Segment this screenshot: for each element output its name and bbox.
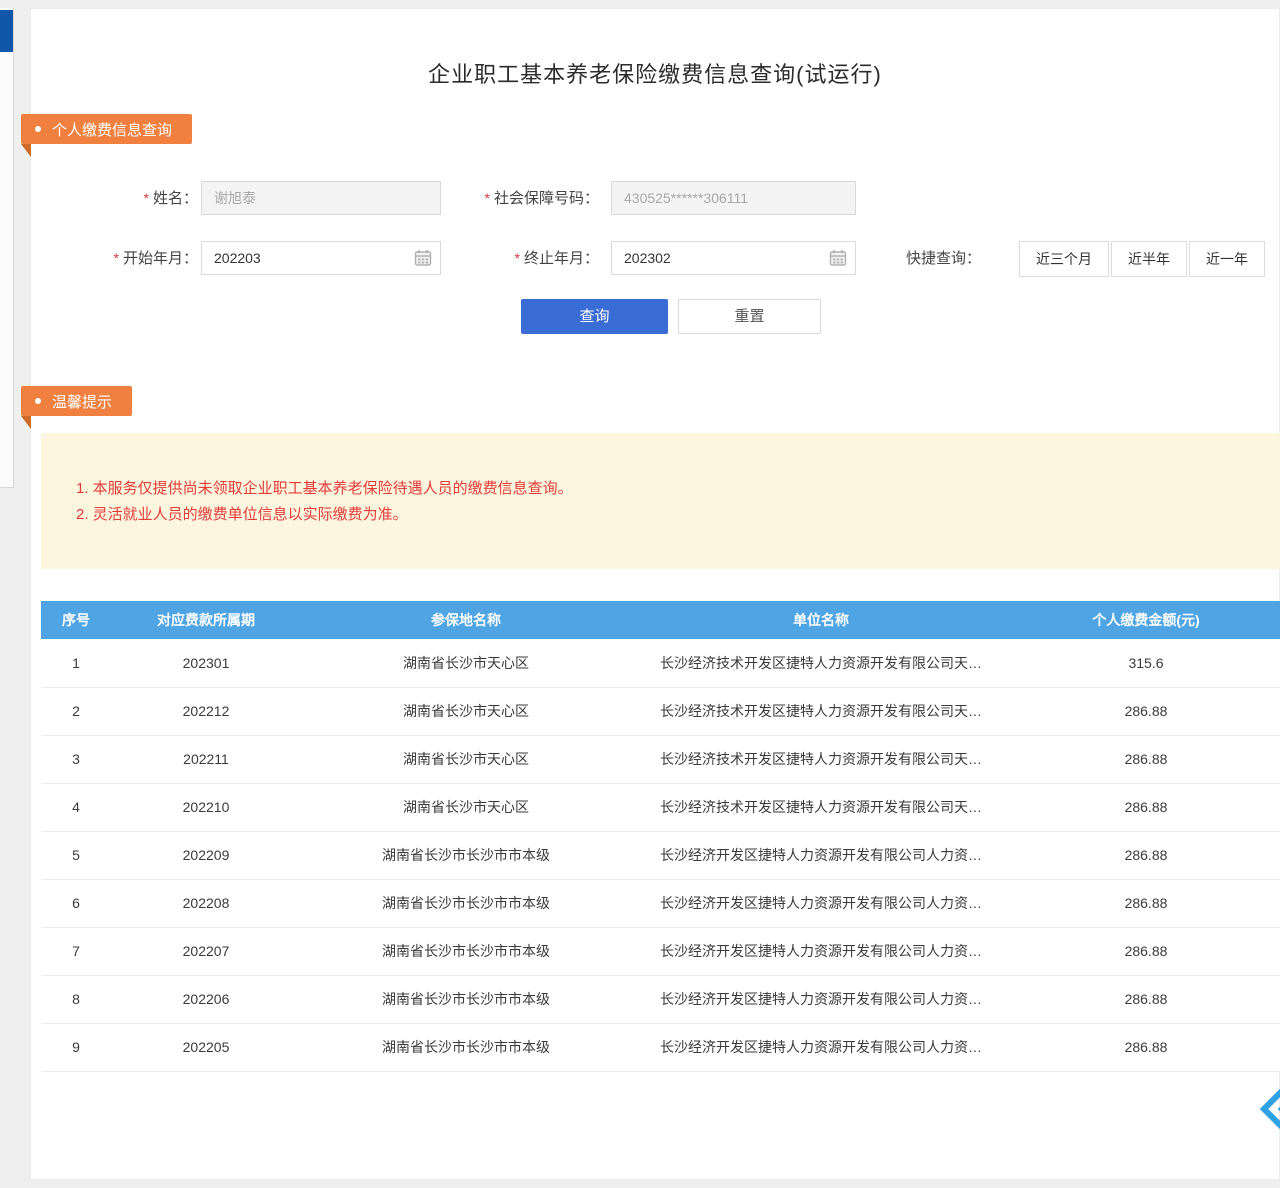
quick-btn-last-year[interactable]: 近一年: [1189, 241, 1265, 277]
cell-amount: 286.88: [1011, 783, 1280, 831]
table-row: 9202205湖南省长沙市长沙市市本级长沙经济开发区捷特人力资源开发有限公司人力…: [41, 1023, 1280, 1071]
cell-area: 湖南省长沙市天心区: [301, 783, 631, 831]
cell-company: 长沙经济开发区捷特人力资源开发有限公司人力资…: [631, 927, 1011, 975]
cell-period: 202210: [111, 783, 301, 831]
left-sidebar-strip: [0, 8, 14, 488]
cell-period: 202211: [111, 735, 301, 783]
cell-period: 202205: [111, 1023, 301, 1071]
cell-seq: 4: [41, 783, 111, 831]
cell-area: 湖南省长沙市天心区: [301, 735, 631, 783]
query-button[interactable]: 查询: [521, 299, 668, 334]
cell-amount: 286.88: [1011, 975, 1280, 1023]
cell-seq: 6: [41, 879, 111, 927]
start-date-input[interactable]: [201, 241, 441, 275]
cell-period: 202209: [111, 831, 301, 879]
page-root: 企业职工基本养老保险缴费信息查询(试运行) 个人缴费信息查询 *姓名： *社会保…: [0, 0, 1280, 1188]
end-date-label: *终止年月：: [451, 241, 599, 275]
cell-seq: 8: [41, 975, 111, 1023]
header-amount: 个人缴费金额(元): [1011, 601, 1280, 639]
required-asterisk: *: [485, 190, 490, 206]
table-row: 3202211湖南省长沙市天心区长沙经济技术开发区捷特人力资源开发有限公司天…2…: [41, 735, 1280, 783]
table-row: 2202212湖南省长沙市天心区长沙经济技术开发区捷特人力资源开发有限公司天…2…: [41, 687, 1280, 735]
cell-company: 长沙经济技术开发区捷特人力资源开发有限公司天…: [631, 687, 1011, 735]
bullet-dot-icon: [35, 398, 41, 404]
notice-box: 1. 本服务仅提供尚未领取企业职工基本养老保险待遇人员的缴费信息查询。 2. 灵…: [41, 433, 1280, 569]
page-title: 企业职工基本养老保险缴费信息查询(试运行): [31, 57, 1279, 89]
cell-period: 202208: [111, 879, 301, 927]
quick-btn-last-half-year[interactable]: 近半年: [1111, 241, 1187, 277]
header-period: 对应费款所属期: [111, 601, 301, 639]
cell-company: 长沙经济开发区捷特人力资源开发有限公司人力资…: [631, 1023, 1011, 1071]
cell-period: 202206: [111, 975, 301, 1023]
calendar-icon[interactable]: [829, 249, 847, 267]
name-input: [201, 181, 441, 215]
cell-company: 长沙经济技术开发区捷特人力资源开发有限公司天…: [631, 783, 1011, 831]
ssn-label: *社会保障号码：: [451, 181, 599, 215]
cell-period: 202212: [111, 687, 301, 735]
cell-amount: 286.88: [1011, 1023, 1280, 1071]
reset-button[interactable]: 重置: [678, 299, 821, 334]
header-area: 参保地名称: [301, 601, 631, 639]
cell-amount: 286.88: [1011, 927, 1280, 975]
cell-area: 湖南省长沙市长沙市市本级: [301, 975, 631, 1023]
results-table: 序号 对应费款所属期 参保地名称 单位名称 个人缴费金额(元) 1202301湖…: [41, 601, 1280, 1072]
cell-company: 长沙经济技术开发区捷特人力资源开发有限公司天…: [631, 639, 1011, 687]
cell-seq: 1: [41, 639, 111, 687]
collapse-double-chevron-icon[interactable]: [1259, 1086, 1280, 1132]
cell-amount: 286.88: [1011, 687, 1280, 735]
header-company: 单位名称: [631, 601, 1011, 639]
table-row: 8202206湖南省长沙市长沙市市本级长沙经济开发区捷特人力资源开发有限公司人力…: [41, 975, 1280, 1023]
table-body: 1202301湖南省长沙市天心区长沙经济技术开发区捷特人力资源开发有限公司天…3…: [41, 639, 1280, 1071]
cell-area: 湖南省长沙市天心区: [301, 687, 631, 735]
cell-area: 湖南省长沙市长沙市市本级: [301, 831, 631, 879]
cell-amount: 315.6: [1011, 639, 1280, 687]
start-date-label: *开始年月：: [86, 241, 198, 275]
required-asterisk: *: [144, 190, 149, 206]
cell-amount: 286.88: [1011, 735, 1280, 783]
cell-company: 长沙经济开发区捷特人力资源开发有限公司人力资…: [631, 879, 1011, 927]
cell-seq: 2: [41, 687, 111, 735]
bullet-dot-icon: [35, 126, 41, 132]
section-badge-query: 个人缴费信息查询: [21, 114, 192, 144]
calendar-icon[interactable]: [414, 249, 432, 267]
quick-query-label: 快捷查询：: [906, 241, 981, 277]
notice-line-1: 1. 本服务仅提供尚未领取企业职工基本养老保险待遇人员的缴费信息查询。: [76, 476, 1261, 502]
ssn-input: [611, 181, 856, 215]
table-row: 1202301湖南省长沙市天心区长沙经济技术开发区捷特人力资源开发有限公司天…3…: [41, 639, 1280, 687]
cell-company: 长沙经济开发区捷特人力资源开发有限公司人力资…: [631, 975, 1011, 1023]
sidebar-blue-tab[interactable]: [0, 10, 13, 52]
cell-seq: 9: [41, 1023, 111, 1071]
cell-amount: 286.88: [1011, 879, 1280, 927]
cell-area: 湖南省长沙市长沙市市本级: [301, 927, 631, 975]
cell-period: 202301: [111, 639, 301, 687]
cell-seq: 5: [41, 831, 111, 879]
section-badge-query-label: 个人缴费信息查询: [52, 119, 172, 140]
end-date-input[interactable]: [611, 241, 856, 275]
main-panel: 企业职工基本养老保险缴费信息查询(试运行) 个人缴费信息查询 *姓名： *社会保…: [30, 8, 1280, 1180]
cell-company: 长沙经济开发区捷特人力资源开发有限公司人力资…: [631, 831, 1011, 879]
section-badge-tips-label: 温馨提示: [52, 391, 112, 412]
table-row: 5202209湖南省长沙市长沙市市本级长沙经济开发区捷特人力资源开发有限公司人力…: [41, 831, 1280, 879]
required-asterisk: *: [515, 250, 520, 266]
cell-amount: 286.88: [1011, 831, 1280, 879]
section-badge-tips: 温馨提示: [21, 386, 132, 416]
table-header-row: 序号 对应费款所属期 参保地名称 单位名称 个人缴费金额(元): [41, 601, 1280, 639]
name-label: *姓名：: [86, 181, 198, 215]
table-row: 7202207湖南省长沙市长沙市市本级长沙经济开发区捷特人力资源开发有限公司人力…: [41, 927, 1280, 975]
required-asterisk: *: [114, 250, 119, 266]
cell-area: 湖南省长沙市长沙市市本级: [301, 1023, 631, 1071]
header-seq: 序号: [41, 601, 111, 639]
cell-seq: 7: [41, 927, 111, 975]
cell-area: 湖南省长沙市天心区: [301, 639, 631, 687]
cell-period: 202207: [111, 927, 301, 975]
notice-line-2: 2. 灵活就业人员的缴费单位信息以实际缴费为准。: [76, 502, 1261, 528]
cell-area: 湖南省长沙市长沙市市本级: [301, 879, 631, 927]
quick-btn-last-3-months[interactable]: 近三个月: [1019, 241, 1109, 277]
cell-company: 长沙经济技术开发区捷特人力资源开发有限公司天…: [631, 735, 1011, 783]
table-row: 4202210湖南省长沙市天心区长沙经济技术开发区捷特人力资源开发有限公司天…2…: [41, 783, 1280, 831]
table-row: 6202208湖南省长沙市长沙市市本级长沙经济开发区捷特人力资源开发有限公司人力…: [41, 879, 1280, 927]
cell-seq: 3: [41, 735, 111, 783]
quick-query-group: 近三个月 近半年 近一年: [1019, 241, 1265, 277]
